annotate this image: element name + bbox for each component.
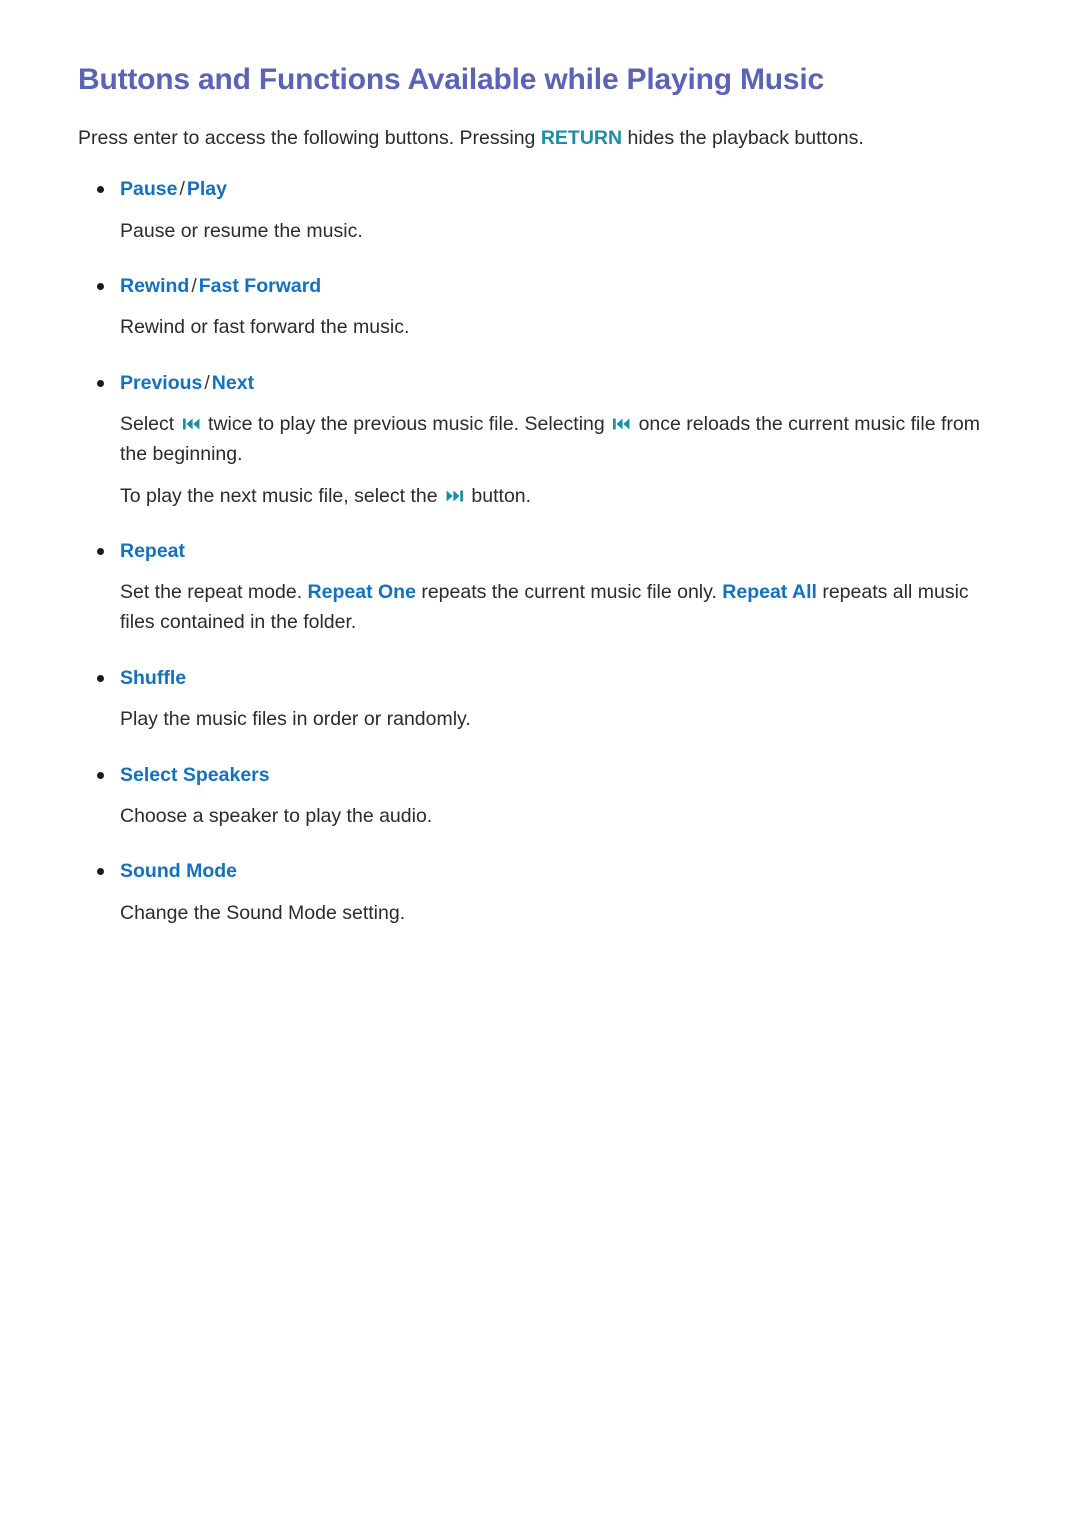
- item-heading-repeat: Repeat: [120, 537, 1000, 565]
- item-heading-rewind-fast-forward: Rewind / Fast Forward: [120, 272, 1000, 300]
- item-heading-sound-mode: Sound Mode: [120, 857, 1000, 885]
- body-text-a: Select: [120, 413, 180, 436]
- heading-separator: /: [179, 178, 185, 201]
- intro-text-after: hides the playback buttons.: [622, 127, 864, 149]
- item-body-shuffle: Play the music files in order or randoml…: [120, 707, 471, 730]
- item-heading-shuffle: Shuffle: [120, 664, 1000, 692]
- item-body-pause-play: Pause or resume the music.: [120, 219, 363, 242]
- list-item-select-speakers: Select Speakers Choose a speaker to play…: [78, 761, 1000, 832]
- heading-part-rewind: Rewind: [120, 275, 190, 298]
- keyword-repeat-all: Repeat All: [722, 581, 817, 604]
- item-body-select-speakers: Choose a speaker to play the audio.: [120, 804, 433, 827]
- document-page: Buttons and Functions Available while Pl…: [0, 0, 1080, 1527]
- skip-back-icon: [613, 417, 630, 431]
- heading-separator: /: [191, 275, 197, 298]
- keyword-repeat-one: Repeat One: [307, 581, 416, 604]
- item-heading-previous-next: Previous / Next: [120, 369, 1000, 397]
- heading-part-play: Play: [186, 178, 227, 201]
- list-item-previous-next: Previous / Next Select twice to play the p…: [78, 369, 1000, 511]
- body-text-a: To play the next music file, select the: [120, 484, 443, 507]
- item-body-rewind-fast-forward: Rewind or fast forward the music.: [120, 316, 410, 339]
- heading-part-fast-forward: Fast Forward: [198, 275, 322, 298]
- heading-part-previous: Previous: [120, 372, 203, 395]
- heading-part-select-speakers: Select Speakers: [120, 763, 270, 786]
- heading-part-next: Next: [211, 372, 255, 395]
- item-body-repeat: Set the repeat mode. Repeat One repeats …: [120, 578, 1000, 637]
- skip-forward-icon: [446, 489, 463, 503]
- intro-paragraph: Press enter to access the following butt…: [78, 124, 1000, 153]
- list-item-pause-play: Pause / Play Pause or resume the music.: [78, 175, 1000, 246]
- list-item-sound-mode: Sound Mode Change the Sound Mode setting…: [78, 857, 1000, 928]
- item-body-previous: Select twice to play the previous music …: [120, 410, 1000, 469]
- skip-back-icon: [182, 417, 200, 431]
- item-body-next: To play the next music file, select the …: [120, 482, 1000, 512]
- intro-text-before: Press enter to access the following butt…: [78, 127, 541, 149]
- heading-part-sound-mode: Sound Mode: [120, 860, 237, 883]
- list-item-rewind-fast-forward: Rewind / Fast Forward Rewind or fast forwa…: [78, 272, 1000, 343]
- list-item-repeat: Repeat Set the repeat mode. Repeat One r…: [78, 537, 1000, 638]
- body-text-b: twice to play the previous music file. S…: [202, 413, 611, 436]
- page-title: Buttons and Functions Available while Pl…: [78, 63, 825, 96]
- function-list: Pause / Play Pause or resume the music. Re…: [78, 175, 1000, 928]
- item-body-sound-mode: Change the Sound Mode setting.: [120, 901, 406, 924]
- heading-part-pause: Pause: [120, 178, 178, 201]
- heading-part-repeat: Repeat: [120, 540, 186, 563]
- heading-part-shuffle: Shuffle: [120, 666, 187, 689]
- list-item-shuffle: Shuffle Play the music files in order or…: [78, 664, 1000, 735]
- body-text-b: button.: [466, 484, 532, 507]
- body-text-b: repeats the current music file only.: [415, 581, 723, 604]
- body-text-a: Set the repeat mode.: [120, 581, 308, 604]
- heading-separator: /: [204, 372, 210, 395]
- item-heading-select-speakers: Select Speakers: [120, 761, 1000, 789]
- return-keyword: RETURN: [540, 127, 623, 149]
- item-heading-pause-play: Pause / Play: [120, 175, 1000, 203]
